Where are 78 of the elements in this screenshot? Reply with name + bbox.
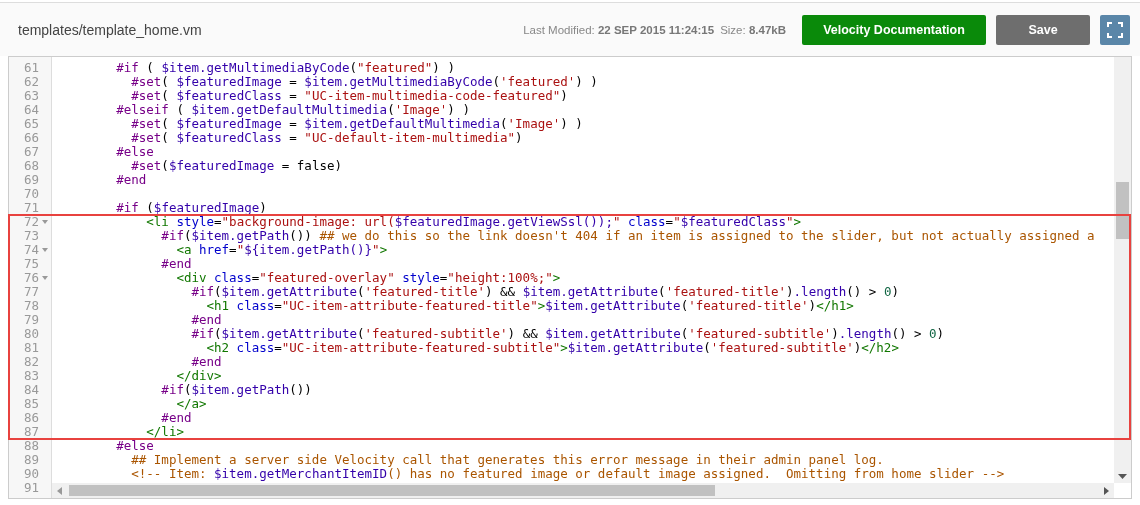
line-number: 78 — [23, 300, 39, 312]
code-editor[interactable] — [8, 56, 1132, 499]
horizontal-scrollbar[interactable] — [52, 483, 1114, 498]
line-number: 62 — [23, 76, 39, 88]
fold-icon[interactable] — [42, 248, 48, 252]
code-line: <a href="${item.getPath()}"> — [175, 244, 388, 256]
code-line: <h1 class="UC-item-attribute-featured-title">$item.getAttribute('featured-title')</h1> — [205, 300, 854, 312]
save-button[interactable]: Save — [996, 14, 1090, 45]
code-line: #end — [190, 314, 222, 326]
code-line: </a> — [175, 398, 207, 410]
line-number: 76 — [23, 272, 39, 284]
fold-icon[interactable] — [42, 276, 48, 280]
line-number: 75 — [23, 258, 39, 270]
code-line: #set( $featuredImage = $item.getMultimediaByCode('featured') ) — [130, 76, 598, 88]
line-number: 90 — [23, 468, 39, 480]
line-number: 70 — [23, 188, 39, 200]
line-number: 91 — [23, 482, 39, 494]
line-number: 84 — [23, 384, 39, 396]
line-number: 71 — [23, 202, 39, 214]
fold-icon[interactable] — [42, 220, 48, 224]
code-line: #if ($featuredImage) — [115, 202, 267, 214]
code-line: ## Implement a server side Velocity call that generates this error message in their admin panel log. — [130, 454, 884, 466]
line-number: 73 — [23, 230, 39, 242]
code-line: #if($item.getPath()) ## we do this so the link doesn't 404 if an item is assigned to the slider, but not actually assigned a — [160, 230, 1095, 242]
line-number: 65 — [23, 118, 39, 130]
code-line: #if($item.getPath()) — [160, 384, 312, 396]
code-line: #set( $featuredImage = $item.getDefaultMultimedia('Image') ) — [130, 118, 583, 130]
code-line: #else — [115, 440, 154, 452]
line-number: 85 — [23, 398, 39, 410]
scroll-thumb[interactable] — [1116, 182, 1129, 239]
code-line: #end — [160, 258, 192, 270]
code-line: </li> — [145, 426, 184, 438]
code-line: #if ( $item.getMultimediaByCode("featured") ) — [115, 62, 455, 74]
file-path: templates/template_home.vm — [18, 21, 203, 38]
file-meta: Size: 8.47kB — [720, 23, 786, 36]
line-number: 72 — [23, 216, 39, 228]
line-number: 82 — [23, 356, 39, 368]
code-line: #end — [190, 356, 222, 368]
code-line: #end — [115, 174, 147, 186]
line-number: 83 — [23, 370, 39, 382]
line-number: 87 — [23, 426, 39, 438]
right-arrow-icon[interactable] — [1104, 487, 1109, 495]
line-number: 64 — [23, 104, 39, 116]
left-arrow-icon[interactable] — [57, 487, 62, 495]
vertical-scrollbar[interactable] — [1114, 57, 1131, 483]
code-line: </div> — [175, 370, 222, 382]
code-line: #set($featuredImage = false) — [130, 160, 342, 172]
line-number: 63 — [23, 90, 39, 102]
code-line: #end — [160, 412, 192, 424]
code-line: <li style="background-image: url($featuredImage.getViewSsl());" class="$featuredClass"> — [145, 216, 802, 228]
line-number: 86 — [23, 412, 39, 424]
line-number: 69 — [23, 174, 39, 186]
line-number: 61 — [23, 62, 39, 74]
line-number: 68 — [23, 160, 39, 172]
line-number: 67 — [23, 146, 39, 158]
code-line: #else — [115, 146, 154, 158]
line-number: 74 — [23, 244, 39, 256]
code-line: #if($item.getAttribute('featured-title') && $item.getAttribute('featured-title').length() > 0) — [190, 286, 899, 298]
fullscreen-icon — [1107, 21, 1123, 38]
code-line: <!-- Item: $item.getMerchantItemID() has no featured image or default image assigned. Omitting from home slider --> — [130, 468, 1005, 480]
line-number: 89 — [23, 454, 39, 466]
fullscreen-button[interactable] — [1100, 14, 1130, 45]
scroll-thumb[interactable] — [69, 485, 715, 496]
code-line: <div class="featured-overlay" style="height:100%;"> — [175, 272, 561, 284]
code-line: #elseif ( $item.getDefaultMultimedia('Image') ) — [115, 104, 470, 116]
line-number: 66 — [23, 132, 39, 144]
code-line: #if($item.getAttribute('featured-subtitle') && $item.getAttribute('featured-subtitle').length() > 0) — [190, 328, 945, 340]
line-number: 80 — [23, 328, 39, 340]
line-number: 79 — [23, 314, 39, 326]
line-number: 77 — [23, 286, 39, 298]
down-arrow-icon[interactable] — [1118, 474, 1127, 479]
documentation-button[interactable]: Velocity Documentation — [802, 14, 986, 45]
code-line: #set( $featuredClass = "UC-item-multimedia-code-featured") — [130, 90, 568, 102]
code-line: #set( $featuredClass = "UC-default-item-multimedia") — [130, 132, 523, 144]
line-number: 88 — [23, 440, 39, 452]
line-number: 81 — [23, 342, 39, 354]
code-line: <h2 class="UC-item-attribute-featured-subtitle">$item.getAttribute('featured-subtitle')</h2> — [205, 342, 899, 354]
file-meta: Last Modified: 22 SEP 2015 11:24:15 — [523, 23, 715, 36]
